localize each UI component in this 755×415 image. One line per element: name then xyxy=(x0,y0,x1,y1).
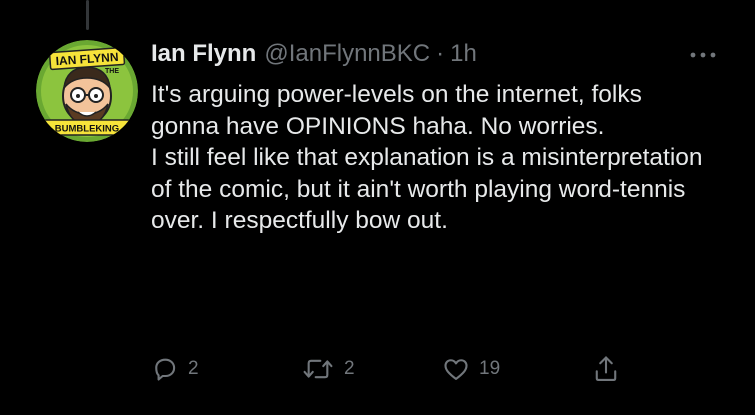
user-handle[interactable]: @IanFlynnBKC xyxy=(264,40,430,68)
reply-count: 2 xyxy=(188,358,199,379)
tweet-text-paragraph-1: It's arguing power-levels on the interne… xyxy=(151,81,642,140)
tweet-text: It's arguing power-levels on the interne… xyxy=(151,79,711,237)
heart-icon xyxy=(444,359,468,380)
reply-button[interactable]: 2 xyxy=(151,352,199,386)
avatar-image: IAN FLYNN THE BUMBLEKING xyxy=(36,40,138,142)
thread-connector-line xyxy=(86,0,89,30)
tweet-actions: 2 2 19 xyxy=(151,352,631,386)
avatar-bottom-text: BUMBLEKING xyxy=(55,124,119,135)
display-name[interactable]: Ian Flynn xyxy=(151,40,256,68)
more-icon xyxy=(690,52,716,58)
share-icon xyxy=(595,356,617,381)
avatar-small-text: THE xyxy=(105,68,119,75)
tweet-header: Ian Flynn @IanFlynnBKC · 1h xyxy=(151,40,477,72)
separator-dot: · xyxy=(436,40,445,67)
like-count: 19 xyxy=(479,358,501,379)
retweet-button[interactable]: 2 xyxy=(301,352,355,386)
more-options-button[interactable] xyxy=(685,44,721,66)
retweet-count: 2 xyxy=(344,358,355,379)
timestamp[interactable]: 1h xyxy=(450,40,477,68)
share-button[interactable] xyxy=(592,352,620,386)
retweet-icon xyxy=(303,359,333,379)
like-button[interactable]: 19 xyxy=(442,352,500,386)
tweet-text-paragraph-2: I still feel like that explanation is a … xyxy=(151,144,703,234)
reply-icon xyxy=(155,358,176,381)
avatar[interactable]: IAN FLYNN THE BUMBLEKING xyxy=(36,40,138,142)
